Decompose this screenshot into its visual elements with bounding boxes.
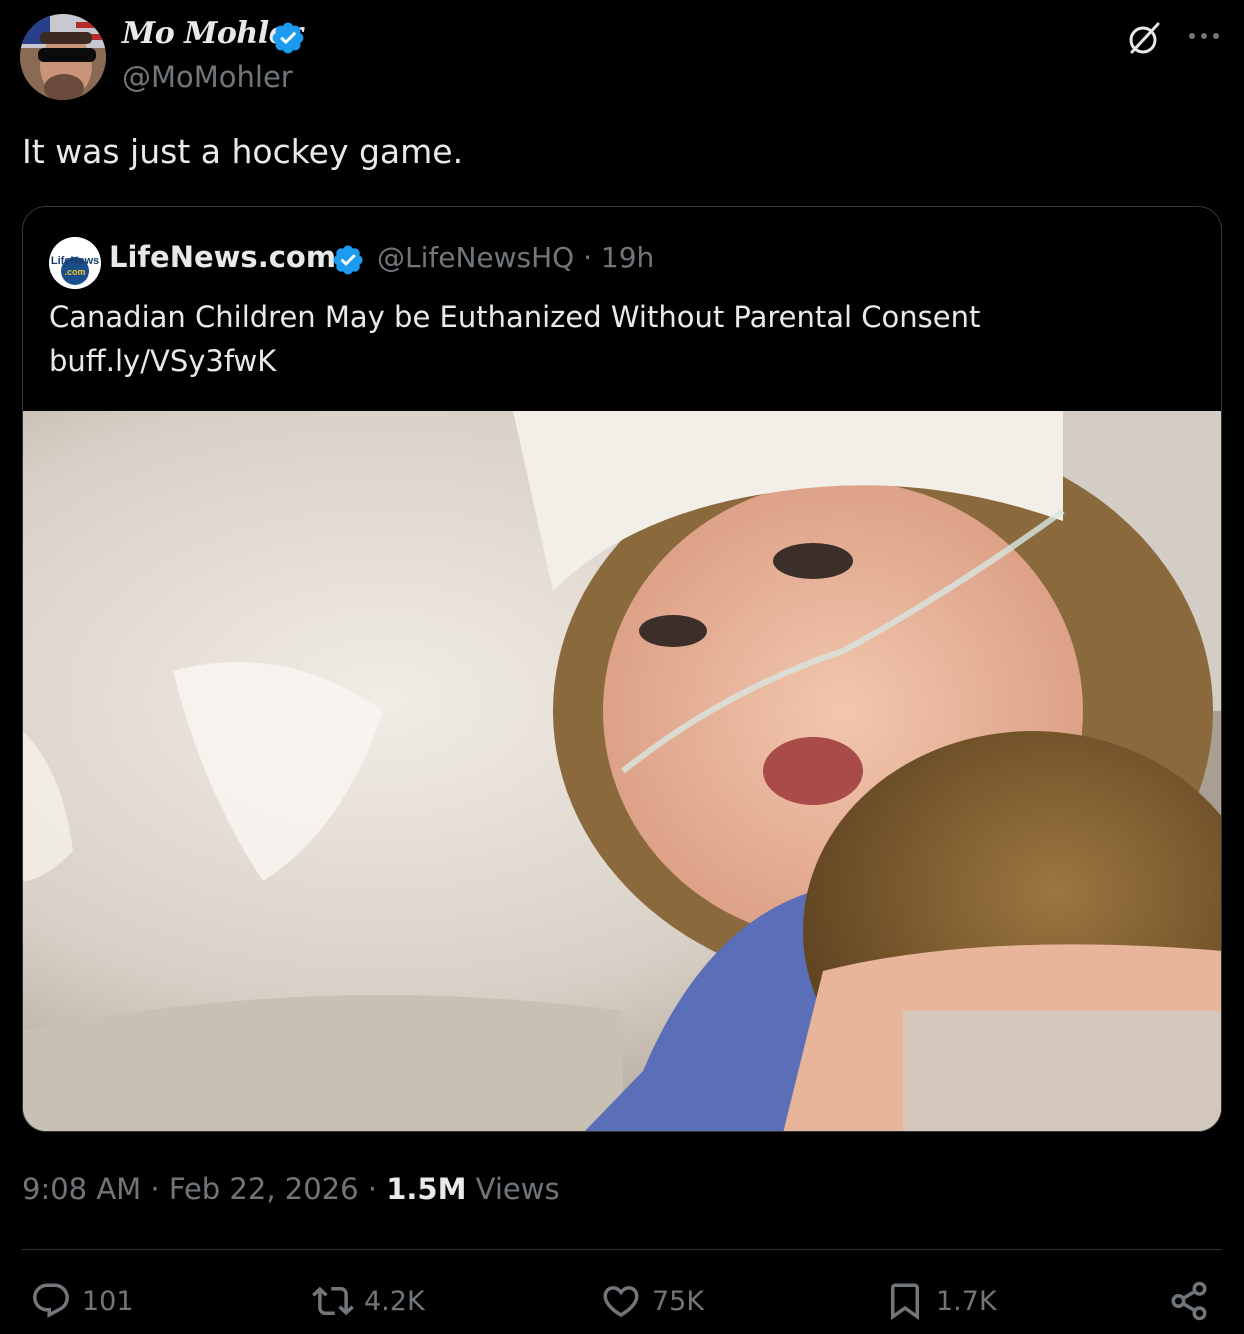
quote-logo-text-top: LifeNews [51, 255, 99, 267]
repost-button[interactable]: 4.2K [312, 1278, 425, 1324]
divider [22, 1249, 1222, 1250]
more-icon[interactable] [1186, 24, 1222, 48]
quote-text: Canadian Children May be Euthanized With… [49, 295, 1199, 383]
repost-icon [312, 1286, 354, 1316]
reply-count: 101 [82, 1285, 134, 1317]
reply-button[interactable]: 101 [30, 1278, 134, 1324]
verified-badge-icon [272, 22, 304, 54]
tweet-text: It was just a hockey game. [22, 132, 464, 171]
bookmark-button[interactable]: 1.7K [884, 1278, 997, 1324]
like-count: 75K [652, 1285, 705, 1317]
like-button[interactable]: 75K [600, 1278, 704, 1324]
verified-badge-icon [333, 245, 363, 275]
quote-tweet-card[interactable]: LifeNews .com LifeNews.com @LifeNewsHQ ·… [22, 206, 1222, 1132]
views-label: Views [466, 1172, 560, 1206]
quote-link[interactable]: buff.ly/VSy3fwK [49, 339, 1199, 383]
timestamp[interactable]: 9:08 AM · Feb 22, 2026 · [22, 1172, 386, 1206]
share-icon [1171, 1281, 1207, 1321]
bookmark-icon [891, 1283, 919, 1321]
bookmark-count: 1.7K [936, 1285, 997, 1317]
views-count: 1.5M [386, 1172, 467, 1206]
grok-icon[interactable] [1124, 18, 1164, 58]
quote-handle-time[interactable]: @LifeNewsHQ · 19h [377, 241, 654, 274]
quote-logo-text-bottom: .com [64, 267, 85, 277]
quote-author-avatar[interactable]: LifeNews .com [49, 237, 101, 289]
avatar[interactable] [20, 14, 106, 100]
quote-headline: Canadian Children May be Euthanized With… [49, 300, 981, 334]
author-handle[interactable]: @MoMohler [122, 60, 293, 94]
quote-author-name[interactable]: LifeNews.com [109, 240, 336, 274]
like-icon [603, 1286, 639, 1318]
repost-count: 4.2K [364, 1285, 425, 1317]
reply-icon [33, 1283, 69, 1318]
share-button[interactable] [1168, 1278, 1210, 1324]
quote-image[interactable] [23, 411, 1221, 1131]
timestamp-row: 9:08 AM · Feb 22, 2026 · 1.5M Views [22, 1172, 560, 1206]
